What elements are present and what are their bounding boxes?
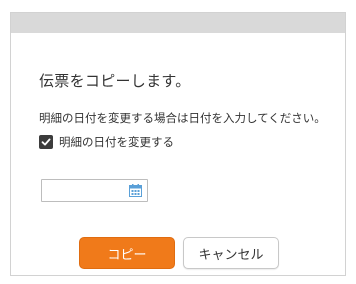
dialog-titlebar (11, 13, 345, 33)
date-input-field[interactable] (41, 179, 148, 202)
change-date-checkbox[interactable]: 明細の日付を変更する (39, 134, 174, 150)
copy-dialog: 伝票をコピーします。 明細の日付を変更する場合は日付を入力してください。 明細の… (10, 12, 346, 276)
checkbox-label: 明細の日付を変更する (59, 135, 174, 149)
check-icon (41, 138, 51, 146)
checkbox-box[interactable] (39, 135, 53, 149)
cancel-button[interactable]: キャンセル (183, 237, 279, 269)
date-change-note: 明細の日付を変更する場合は日付を入力してください。 (39, 111, 326, 125)
copy-button[interactable]: コピー (79, 237, 175, 269)
calendar-icon[interactable] (129, 184, 142, 197)
dialog-message: 伝票をコピーします。 (39, 72, 191, 90)
date-input[interactable] (46, 181, 130, 202)
